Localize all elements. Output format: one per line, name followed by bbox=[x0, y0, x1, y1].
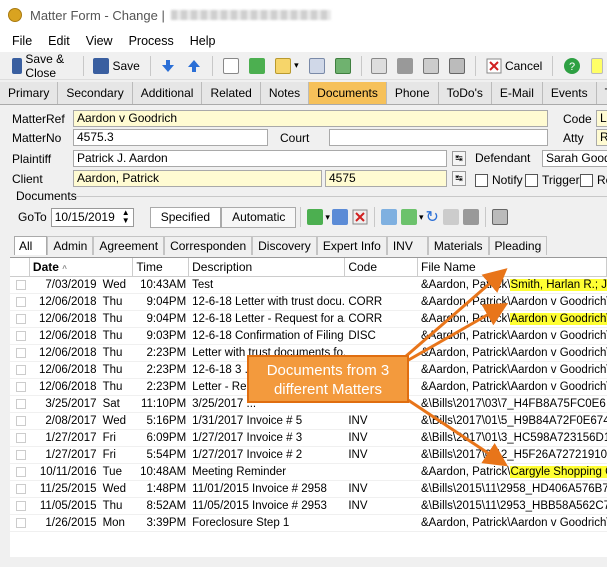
arrow-to-row-12 bbox=[407, 398, 509, 467]
callout-box: Documents from 3 different Matters bbox=[247, 355, 409, 403]
callout-arrows bbox=[404, 268, 509, 467]
callout-line-1: Documents from 3 bbox=[266, 362, 390, 379]
callout-line-2: different Matters bbox=[273, 381, 383, 398]
